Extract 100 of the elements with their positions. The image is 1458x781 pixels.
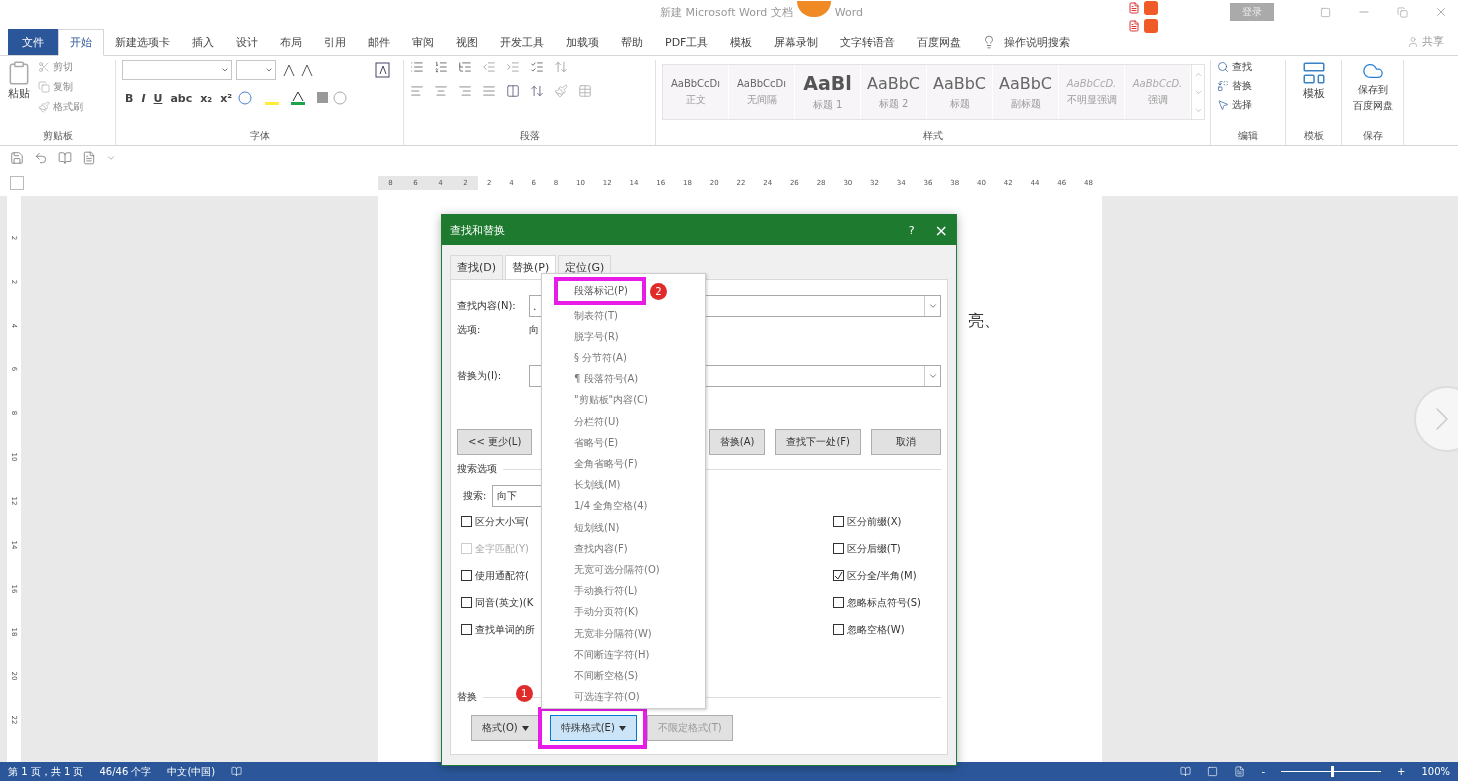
checkbox-option[interactable]: 区分后缀(T) [832, 537, 901, 560]
dropdown-icon[interactable] [927, 301, 938, 311]
menu-item[interactable]: 分栏符(U) [554, 411, 638, 433]
read-mode-icon[interactable] [1180, 766, 1192, 777]
ribbon-display-icon[interactable] [1320, 6, 1331, 18]
close-button[interactable]: × [934, 220, 948, 240]
menu-item[interactable]: 脱字号(R) [554, 326, 637, 348]
menu-item[interactable]: 长划线(M) [554, 474, 639, 496]
save-to-cloud-button[interactable]: 保存到 百度网盘 [1352, 84, 1393, 111]
style-tile[interactable]: AaBbC 标题 [927, 65, 993, 119]
menu-item[interactable]: 全角省略号(F) [554, 453, 656, 475]
sort-icon[interactable] [554, 60, 568, 74]
format-button[interactable]: I [138, 91, 149, 105]
save-icon[interactable] [10, 151, 24, 165]
style-tile[interactable]: AaBl 标题 1 [795, 65, 861, 119]
ribbon-tab[interactable]: 审阅 [401, 29, 445, 55]
clipboard-command[interactable]: 剪切 [53, 60, 73, 74]
format-button[interactable]: B [122, 91, 137, 105]
ribbon-tab[interactable]: PDF工具 [654, 29, 720, 55]
help-button[interactable]: ? [908, 223, 915, 237]
clipboard-command[interactable]: 格式刷 [53, 100, 83, 114]
checkbox-option[interactable]: 区分全/半角(M) [832, 564, 917, 587]
ribbon-tab[interactable]: 引用 [313, 29, 357, 55]
web-layout-icon[interactable] [1234, 766, 1246, 777]
zoom-thumb[interactable] [1331, 766, 1334, 777]
checkbox-option[interactable]: 忽略空格(W) [832, 618, 905, 641]
font-name-field[interactable] [122, 60, 232, 80]
format-button[interactable]: U [150, 91, 166, 105]
zoom-level[interactable]: 100% [1421, 766, 1450, 777]
document-icon[interactable] [1128, 2, 1140, 14]
menu-item[interactable]: "剪贴板"内容(C) [554, 389, 666, 411]
ribbon-tab[interactable]: 文件 [8, 29, 58, 55]
format-menu-button[interactable]: 特殊格式(E) [549, 715, 637, 741]
ribbon-tab[interactable]: 屏幕录制 [763, 29, 830, 55]
clipboard-command[interactable]: 复制 [53, 80, 73, 94]
ribbon-tab[interactable]: 布局 [269, 29, 313, 55]
search-icon[interactable] [1217, 61, 1229, 73]
template-icon[interactable] [1300, 60, 1327, 86]
user-icon[interactable] [1407, 35, 1419, 48]
format-button[interactable]: abc [167, 91, 196, 105]
menu-item[interactable]: 不间断连字符(H) [554, 644, 668, 666]
close-icon[interactable] [1434, 5, 1448, 19]
font-tools-drawing[interactable] [280, 62, 390, 78]
ribbon-tab[interactable]: 百度网盘 [906, 29, 973, 55]
ribbon-tab[interactable]: 文字转语音 [829, 29, 907, 55]
dropdown-icon[interactable] [927, 371, 938, 381]
menu-item[interactable]: 手动换行符(L) [554, 580, 656, 602]
checkbox-option[interactable]: 使用通配符( [461, 564, 529, 587]
scissors-icon[interactable] [38, 61, 50, 73]
menu-item[interactable]: 省略号(E) [554, 432, 637, 454]
outdent-icon[interactable] [482, 60, 496, 74]
menu-item[interactable]: 无宽可选分隔符(O) [554, 559, 678, 581]
justify-icon[interactable] [482, 84, 496, 98]
document-icon[interactable] [1128, 20, 1140, 32]
menu-item[interactable]: 手动分页符(K) [554, 601, 657, 623]
restore-icon[interactable] [1397, 6, 1408, 18]
font-size-field[interactable] [236, 60, 276, 80]
zoom-out-button[interactable]: - [1261, 766, 1265, 777]
shading-icon[interactable] [554, 84, 568, 98]
dialog-button[interactable]: 替换(A) [708, 429, 766, 455]
format-button[interactable]: x² [217, 91, 236, 105]
style-tile[interactable]: AaBbC 副标题 [993, 65, 1059, 119]
undo-icon[interactable] [34, 151, 48, 165]
editing-command[interactable]: 查找 [1232, 60, 1252, 74]
multilevel-list-icon[interactable] [458, 60, 472, 74]
replace-icon[interactable] [1217, 80, 1229, 92]
menu-item[interactable]: 查找内容(F) [554, 538, 646, 560]
checkbox-option[interactable]: 同音(英文)(K [461, 591, 534, 614]
style-tile[interactable]: AaBbC 标题 2 [861, 65, 927, 119]
dialog-button[interactable]: 查找下一处(F) [775, 429, 861, 455]
menu-item[interactable]: 1/4 全角空格(4) [554, 495, 666, 517]
checkbox-option[interactable]: 查找单词的所 [461, 618, 535, 641]
zoom-in-button[interactable]: + [1397, 766, 1406, 777]
paste-button[interactable]: 粘贴 [8, 88, 30, 101]
less-button[interactable]: << 更少(L) [457, 429, 533, 455]
checkbox-option[interactable]: 忽略标点符号(S) [832, 591, 921, 614]
menu-item[interactable]: 段落标记(P) [554, 277, 646, 305]
format-menu-button[interactable]: 格式(O) [471, 715, 540, 741]
format-button[interactable]: x₂ [197, 91, 216, 105]
ribbon-tab[interactable]: 模板 [719, 29, 764, 55]
borders-icon[interactable] [578, 84, 592, 98]
style-tile[interactable]: AaBbCcDı 正文 [663, 65, 729, 119]
ribbon-tab[interactable]: 帮助 [610, 29, 654, 55]
menu-item[interactable]: 不间断空格(S) [554, 665, 657, 687]
dialog-tab[interactable]: 查找(D) [450, 255, 504, 279]
align-right-icon[interactable] [458, 84, 472, 98]
ribbon-tab[interactable]: 加载项 [555, 29, 610, 55]
align-left-icon[interactable] [410, 84, 424, 98]
align-center-icon[interactable] [434, 84, 448, 98]
print-layout-icon[interactable] [1207, 766, 1219, 777]
indent-icon[interactable] [506, 60, 520, 74]
ribbon-tab[interactable]: 开发工具 [489, 29, 555, 55]
menu-item[interactable]: § 分节符(A) [554, 347, 645, 369]
checkbox-option[interactable]: 区分前缀(X) [832, 510, 902, 533]
checkbox-option[interactable]: 区分大小写( [461, 510, 529, 533]
editing-command[interactable]: 选择 [1232, 98, 1252, 112]
read-icon[interactable] [58, 151, 72, 165]
tab-stop-selector[interactable] [10, 176, 24, 190]
pointer-icon[interactable] [1217, 99, 1229, 111]
ribbon-tab[interactable]: 邮件 [357, 29, 401, 55]
